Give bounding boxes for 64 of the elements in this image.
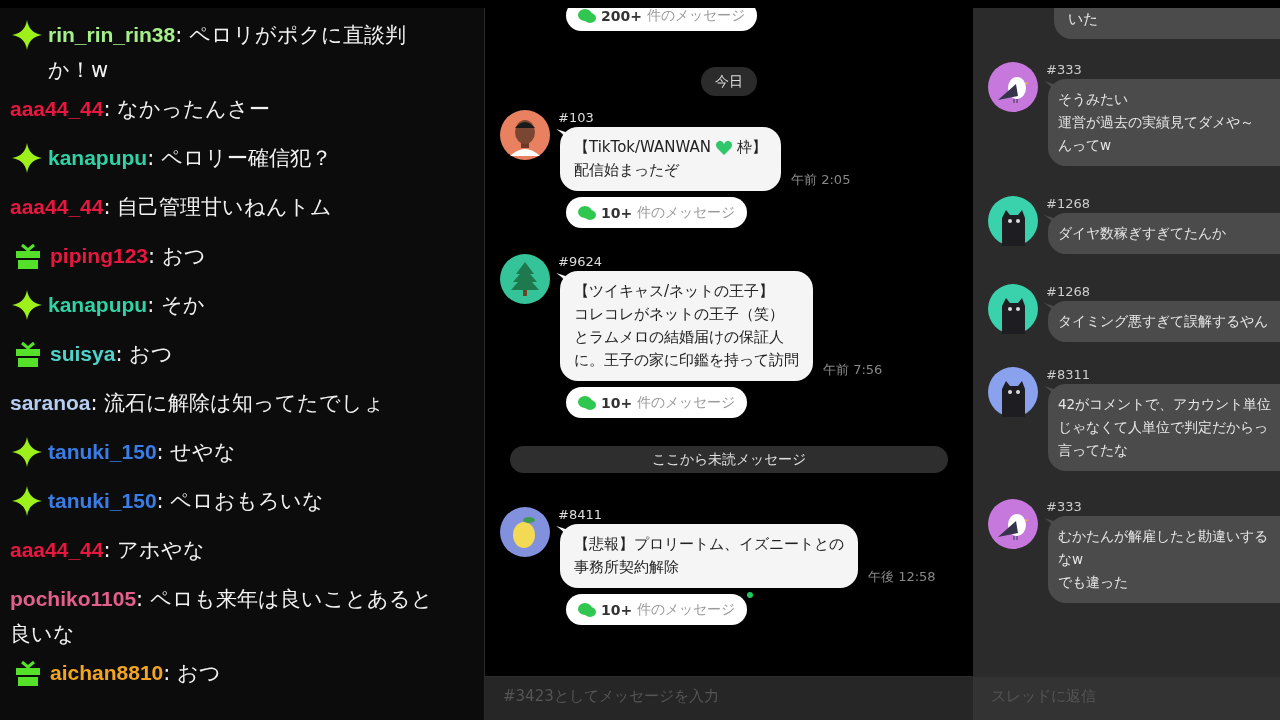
- message-bubble: いた: [1054, 8, 1280, 39]
- reply-label: 件のメッセージ: [637, 600, 736, 619]
- message-text: タイミング悪すぎて誤解するやん: [1058, 312, 1268, 331]
- chat-message: aaa44_44: なかったんさー: [10, 96, 271, 123]
- heart-icon: [715, 139, 734, 156]
- message-text: 【悲報】プロリートム、イズニートとの: [574, 534, 844, 555]
- message-time: 午前 7:56: [823, 361, 883, 379]
- date-chip: 今日: [701, 67, 757, 96]
- chat-message: saranoa: 流石に解除は知ってたでしょ: [10, 390, 386, 417]
- message-text: 配信始まったぞ: [574, 160, 679, 181]
- replies-button[interactable]: 10+件のメッセージ: [566, 197, 748, 228]
- user-id: #103: [558, 110, 594, 125]
- replies-button[interactable]: 10+件のメッセージ: [566, 594, 748, 625]
- chat-message: aaa44_44: アホやな: [10, 537, 206, 564]
- chat-message: tanuki_150: ペロおもろいな: [48, 488, 325, 515]
- reply-label: 件のメッセージ: [646, 8, 745, 25]
- reply-label: 件のメッセージ: [637, 393, 736, 412]
- chat-message: aichan8810: おつ: [50, 660, 221, 687]
- chat-message: pochiko1105: ペロも来年は良いことあると良いな: [10, 586, 434, 648]
- message-text: んってw: [1058, 136, 1112, 155]
- reply-count: 10+: [601, 204, 633, 221]
- chat-bubble-icon: [578, 8, 596, 24]
- chat-message: tanuki_150: せやな: [48, 439, 237, 466]
- reply-count: 10+: [601, 394, 633, 411]
- reply-count: 10+: [601, 601, 633, 618]
- reply-label: 件のメッセージ: [637, 203, 736, 222]
- replies-button[interactable]: 10+件のメッセージ: [566, 387, 748, 418]
- message-text: ダイヤ数稼ぎすぎてたんか: [1058, 224, 1226, 243]
- message-text: そうみたい: [1058, 90, 1128, 109]
- message-text: なw: [1058, 550, 1084, 569]
- message-text: とラムメロの結婚届けの保証人: [574, 327, 784, 348]
- message-text: むかたんが解雇したと勘違いする: [1058, 527, 1268, 546]
- user-id: #1268: [1046, 284, 1090, 299]
- user-id: #333: [1046, 499, 1082, 514]
- message-text: 42がコメントで、アカウント単位: [1058, 395, 1272, 414]
- chat-bubble-icon: [578, 394, 596, 411]
- chat-message: kanapupu: ペロリー確信犯？: [48, 145, 332, 172]
- message-text: に。王子の家に印鑑を持って訪問: [574, 350, 799, 371]
- user-id: #9624: [558, 254, 602, 269]
- message-text: 【TikTok/WANWAN: [574, 137, 712, 158]
- message-time: 午前 2:05: [791, 171, 851, 189]
- user-id: #1268: [1046, 196, 1090, 211]
- chat-message: rin_rin_rin38: ペロリがポクに直談判か！w: [48, 22, 407, 84]
- chat-message: aaa44_44: 自己管理甘いねんトム: [10, 194, 333, 221]
- reply-count: 200+: [601, 8, 642, 24]
- message-text: 言ってたな: [1058, 441, 1128, 460]
- chat-bubble-icon: [578, 601, 596, 618]
- unread-divider: ここから未読メッセージ: [510, 446, 948, 473]
- message-text: 枠】: [737, 137, 768, 158]
- message-text: コレコレがネットの王子（笑）: [574, 304, 784, 325]
- chat-message: piping123: おつ: [50, 243, 206, 270]
- message-text: 【ツイキャス/ネットの王子】: [574, 281, 775, 302]
- user-id: #8311: [1046, 367, 1090, 382]
- replies-button[interactable]: 200+件のメッセージ: [566, 8, 757, 31]
- user-id: #333: [1046, 62, 1082, 77]
- message-time: 午後 12:58: [868, 568, 936, 586]
- message-text: じゃなくて人単位で判定だからっ: [1058, 418, 1268, 437]
- message-text: 事務所契約解除: [574, 557, 679, 578]
- chat-message: kanapupu: そか: [48, 292, 205, 319]
- message-text: 運営が過去の実績見てダメや～: [1058, 113, 1254, 132]
- user-id: #8411: [558, 507, 602, 522]
- chat-bubble-icon: [578, 204, 596, 221]
- chat-message: suisya: おつ: [50, 341, 174, 368]
- message-text: でも違った: [1058, 573, 1128, 592]
